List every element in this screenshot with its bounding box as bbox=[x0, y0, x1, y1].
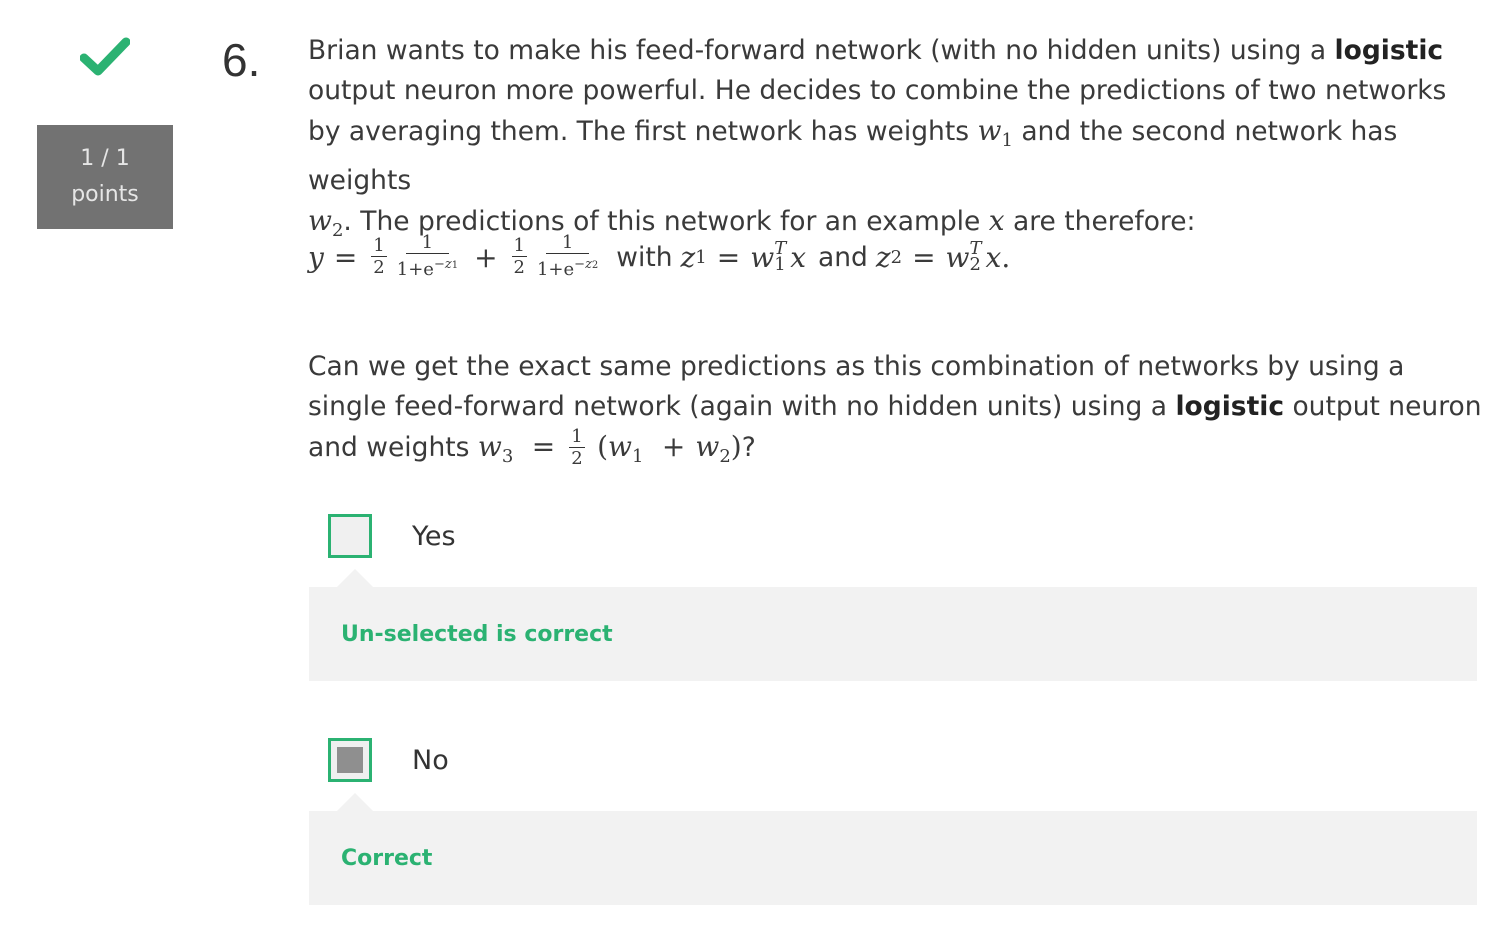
question-number: 6. bbox=[222, 34, 261, 86]
checkmark-icon bbox=[80, 37, 130, 76]
option-label-yes: Yes bbox=[412, 520, 456, 552]
question-intro: Brian wants to make his feed-forward net… bbox=[308, 35, 1447, 241]
option-label-no: No bbox=[412, 744, 449, 776]
points-label: points bbox=[71, 182, 139, 207]
option-yes[interactable]: Yes bbox=[328, 514, 456, 558]
option-no[interactable]: No bbox=[328, 738, 449, 782]
feedback-no: Correct bbox=[309, 793, 1477, 905]
points-score: 1 / 1 bbox=[80, 146, 130, 171]
points-badge: 1 / 1 points bbox=[37, 125, 173, 229]
checkbox-no[interactable] bbox=[328, 738, 372, 782]
feedback-yes: Un-selected is correct bbox=[309, 569, 1477, 681]
checkbox-yes[interactable] bbox=[328, 514, 372, 558]
prediction-formula: y = 12 1 1+e−z1 + 12 1 1+e−z2 with z1 = wT… bbox=[308, 232, 1011, 281]
question-prompt: Can we get the exact same predictions as… bbox=[308, 351, 1482, 469]
